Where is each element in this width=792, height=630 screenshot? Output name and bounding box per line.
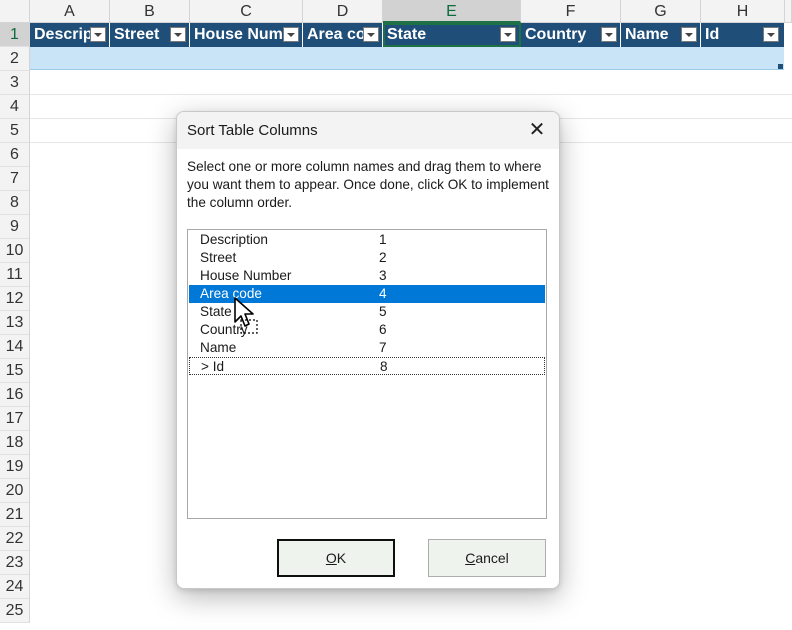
dialog-instructions: Select one or more column names and drag… bbox=[187, 159, 549, 210]
row-header[interactable]: 21 bbox=[0, 503, 30, 527]
filter-dropdown-icon[interactable] bbox=[363, 27, 379, 42]
row-header[interactable]: 3 bbox=[0, 71, 30, 95]
dialog-title: Sort Table Columns bbox=[187, 122, 318, 139]
table-header-cell[interactable]: Street bbox=[110, 23, 190, 47]
cancel-label-rest: ancel bbox=[475, 550, 509, 566]
list-item-order: 5 bbox=[379, 304, 387, 319]
column-header-i[interactable] bbox=[785, 0, 792, 23]
close-icon[interactable]: ✕ bbox=[515, 112, 559, 149]
ok-button[interactable]: OK bbox=[277, 539, 395, 577]
list-item-order: 3 bbox=[379, 268, 387, 283]
row-header[interactable]: 12 bbox=[0, 287, 30, 311]
column-header-h[interactable]: H bbox=[701, 0, 785, 23]
sort-columns-dialog: Sort Table Columns ✕ Select one or more … bbox=[176, 111, 560, 589]
row-header[interactable]: 14 bbox=[0, 335, 30, 359]
table-header-label: Name bbox=[625, 26, 669, 43]
grid-line bbox=[30, 94, 792, 95]
table-body-row[interactable] bbox=[30, 47, 784, 70]
row-header[interactable]: 11 bbox=[0, 263, 30, 287]
table-header-cell[interactable]: Name bbox=[621, 23, 701, 47]
table-header-cell-active[interactable]: State bbox=[383, 23, 521, 47]
row-header[interactable]: 9 bbox=[0, 215, 30, 239]
row-header[interactable]: 24 bbox=[0, 575, 30, 599]
row-header[interactable]: 5 bbox=[0, 119, 30, 143]
list-item-name: Description bbox=[200, 232, 268, 247]
table-header-label: Street bbox=[114, 26, 160, 43]
row-header[interactable]: 17 bbox=[0, 407, 30, 431]
list-item[interactable]: House Number 3 bbox=[189, 267, 545, 285]
row-header[interactable]: 6 bbox=[0, 143, 30, 167]
list-item-name: Street bbox=[200, 250, 237, 265]
filter-dropdown-icon[interactable] bbox=[170, 27, 186, 42]
list-item-order: 4 bbox=[379, 286, 387, 301]
list-item[interactable]: Street 2 bbox=[189, 249, 545, 267]
row-header[interactable]: 7 bbox=[0, 167, 30, 191]
row-header[interactable]: 15 bbox=[0, 359, 30, 383]
column-header-g[interactable]: G bbox=[621, 0, 701, 23]
table-header-label: Country bbox=[525, 26, 587, 43]
list-item[interactable]: Name 7 bbox=[189, 339, 545, 357]
list-item-order: 7 bbox=[379, 340, 387, 355]
list-item-order: 8 bbox=[380, 359, 388, 374]
row-header[interactable]: 10 bbox=[0, 239, 30, 263]
row-header[interactable]: 20 bbox=[0, 479, 30, 503]
row-header[interactable]: 8 bbox=[0, 191, 30, 215]
row-header[interactable]: 16 bbox=[0, 383, 30, 407]
table-header-label: Area co bbox=[307, 26, 366, 43]
row-header[interactable]: 22 bbox=[0, 527, 30, 551]
column-header-b[interactable]: B bbox=[110, 0, 190, 23]
table-header-label: State bbox=[387, 26, 427, 43]
list-item-order: 2 bbox=[379, 250, 387, 265]
column-header-c[interactable]: C bbox=[190, 0, 303, 23]
list-item-name: House Number bbox=[200, 268, 292, 283]
column-list[interactable]: Description 1 Street 2 House Number 3 Ar… bbox=[187, 229, 547, 519]
filter-dropdown-icon[interactable] bbox=[283, 27, 299, 42]
table-header-cell[interactable]: House Num bbox=[190, 23, 303, 47]
list-item-name: > Id bbox=[201, 359, 225, 374]
dialog-titlebar[interactable]: Sort Table Columns ✕ bbox=[177, 112, 559, 149]
select-all-corner[interactable] bbox=[0, 0, 30, 23]
ok-label-rest: K bbox=[336, 550, 347, 566]
cancel-accelerator: C bbox=[465, 550, 476, 566]
row-header[interactable]: 1 bbox=[0, 23, 30, 47]
column-header-f[interactable]: F bbox=[521, 0, 621, 23]
row-header[interactable]: 23 bbox=[0, 551, 30, 575]
filter-dropdown-icon[interactable] bbox=[500, 27, 516, 42]
row-header[interactable]: 2 bbox=[0, 47, 30, 71]
filter-dropdown-icon[interactable] bbox=[681, 27, 697, 42]
table-header-cell[interactable]: Country bbox=[521, 23, 621, 47]
cancel-button[interactable]: Cancel bbox=[428, 539, 546, 577]
drag-cursor-icon bbox=[234, 297, 258, 334]
list-item-drop-target[interactable]: > Id 8 bbox=[189, 357, 545, 375]
filter-dropdown-icon[interactable] bbox=[763, 27, 779, 42]
row-header[interactable]: 19 bbox=[0, 455, 30, 479]
list-item-order: 6 bbox=[379, 322, 387, 337]
row-header[interactable]: 18 bbox=[0, 431, 30, 455]
row-header[interactable]: 25 bbox=[0, 599, 30, 623]
column-header-a[interactable]: A bbox=[30, 0, 110, 23]
column-header-d[interactable]: D bbox=[303, 0, 383, 23]
table-header-cell[interactable]: Id bbox=[701, 23, 785, 47]
list-item-name: State bbox=[200, 304, 232, 319]
table-header-label: Descrip bbox=[34, 26, 93, 43]
table-header-label: House Num bbox=[194, 26, 283, 43]
list-item-order: 1 bbox=[379, 232, 387, 247]
table-header-cell[interactable]: Descrip bbox=[30, 23, 110, 47]
ok-accelerator: O bbox=[325, 550, 337, 566]
list-item-name: Name bbox=[200, 340, 237, 355]
filter-dropdown-icon[interactable] bbox=[601, 27, 617, 42]
column-header-e[interactable]: E bbox=[383, 0, 521, 23]
list-item[interactable]: Description 1 bbox=[189, 231, 545, 249]
row-header[interactable]: 13 bbox=[0, 311, 30, 335]
table-header-label: Id bbox=[705, 26, 720, 43]
filter-dropdown-icon[interactable] bbox=[90, 27, 106, 42]
table-resize-handle[interactable] bbox=[778, 64, 783, 69]
row-header[interactable]: 4 bbox=[0, 95, 30, 119]
table-header-cell[interactable]: Area co bbox=[303, 23, 383, 47]
